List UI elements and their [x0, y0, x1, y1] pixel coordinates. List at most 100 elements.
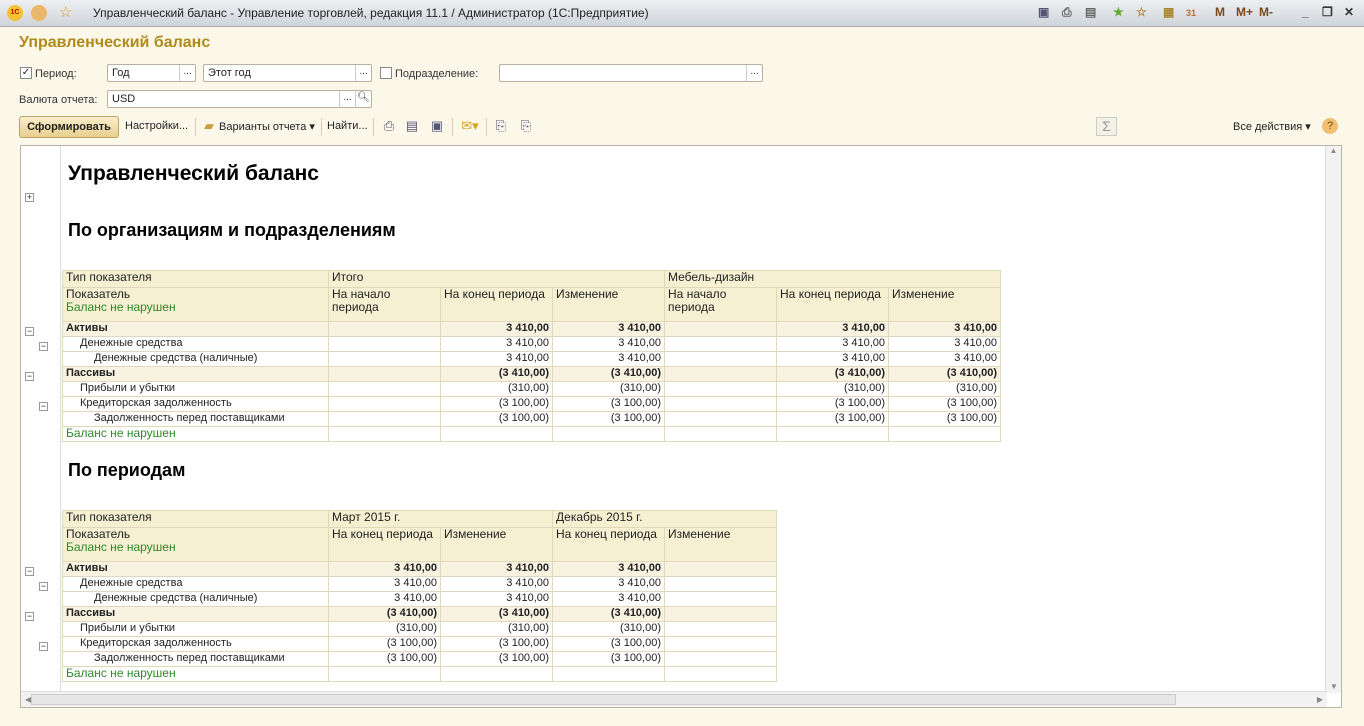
generate-button[interactable]: Сформировать — [19, 116, 119, 138]
table-row[interactable]: Денежные средства (наличные) 3 410,00 3 41… — [62, 351, 1002, 367]
move-columns-icon[interactable]: ⎘ — [493, 118, 509, 134]
expand-icon[interactable]: + — [25, 193, 34, 202]
header-row: Тип показателя Итого Мебель-дизайн — [62, 270, 1002, 288]
value-cell: (310,00) — [328, 621, 441, 637]
collapse-icon[interactable]: − — [39, 402, 48, 411]
empty-cell — [328, 666, 441, 682]
report-spreadsheet[interactable]: + Управленческий баланс По организациям … — [20, 145, 1342, 708]
column-header: На конец периода — [776, 287, 890, 322]
value-cell: (310,00) — [888, 381, 1002, 397]
calculator-icon[interactable]: ▦ — [1163, 5, 1174, 19]
save-icon[interactable]: ▣ — [429, 118, 445, 134]
column-header: Изменение — [888, 287, 1002, 322]
email-icon[interactable]: ✉▾ — [458, 118, 482, 134]
folder-icon: ▰ — [204, 118, 214, 133]
all-actions-button[interactable]: Все действия ▾ — [1233, 120, 1311, 133]
collapse-icon[interactable]: − — [39, 342, 48, 351]
print-icon[interactable]: ⎙ — [381, 118, 397, 134]
settings-button[interactable]: Настройки... — [125, 120, 188, 132]
memory-minus-button[interactable]: M- — [1259, 5, 1273, 19]
currency-field[interactable]: USD... 🔍︎ — [107, 90, 372, 108]
help-button[interactable]: ? — [1322, 118, 1338, 134]
table-row[interactable]: Активы 3 410,00 3 410,00 3 410,00 3 410,00 — [62, 321, 1002, 337]
table-row[interactable]: Кредиторская задолженность (3 100,00) (3 1… — [62, 396, 1002, 412]
collapse-icon[interactable]: − — [39, 642, 48, 651]
print-icon[interactable]: ⎙ — [1062, 5, 1072, 20]
report-variants-button[interactable]: Варианты отчета ▾ — [219, 120, 315, 133]
value-cell: (3 100,00) — [552, 636, 666, 652]
value-cell: 3 410,00 — [776, 321, 890, 337]
close-button[interactable]: ✕ — [1344, 5, 1354, 19]
restore-button[interactable]: ❐ — [1322, 5, 1333, 19]
star-icon[interactable]: ☆ — [59, 5, 75, 21]
select-button[interactable]: ... — [355, 65, 371, 81]
division-field[interactable]: ... — [499, 64, 763, 82]
find-button[interactable]: Найти... — [327, 120, 368, 132]
row-label: Пассивы — [62, 366, 329, 382]
1c-logo-icon[interactable]: 1С — [7, 5, 23, 21]
table-row[interactable]: Задолженность перед поставщиками (3 100,0… — [62, 651, 778, 667]
division-label: Подразделение: — [395, 68, 479, 80]
division-checkbox[interactable] — [380, 67, 392, 79]
form-title: Управленческий баланс — [19, 34, 211, 51]
calendar-icon[interactable]: 31 — [1186, 8, 1196, 18]
header-row: Показатель Баланс не нарушен На начало пер… — [62, 287, 1002, 322]
value-cell — [664, 336, 778, 352]
main-menu-icon[interactable] — [31, 5, 47, 21]
section-title: По периодам — [68, 460, 186, 480]
row-label: Активы — [62, 561, 329, 577]
value-cell: 3 410,00 — [888, 336, 1002, 352]
value-cell: 3 410,00 — [776, 351, 890, 367]
preview-icon[interactable]: ▤ — [404, 118, 420, 134]
row-label: Денежные средства — [62, 576, 329, 592]
collapse-icon[interactable]: − — [39, 582, 48, 591]
value-cell: 3 410,00 — [439, 576, 554, 592]
period-label: Период: — [35, 68, 77, 80]
select-button[interactable]: ... — [746, 65, 762, 81]
table-row[interactable]: Прибыли и убытки (310,00) (310,00) (310,00)… — [62, 381, 1002, 397]
value-cell: 3 410,00 — [439, 561, 554, 577]
value-cell: 3 410,00 — [888, 351, 1002, 367]
table-row[interactable]: Активы 3 410,00 3 410,00 3 410,00 — [62, 561, 778, 577]
period-value-field[interactable]: Этот год... — [203, 64, 372, 82]
table-row[interactable]: Денежные средства (наличные) 3 410,00 3 41… — [62, 591, 778, 607]
value-cell: (310,00) — [551, 381, 666, 397]
table-row[interactable]: Кредиторская задолженность (3 100,00) (3 1… — [62, 636, 778, 652]
value-cell — [664, 636, 778, 652]
move-rows-icon[interactable]: ⎘ — [518, 118, 534, 134]
table-row[interactable]: Денежные средства 3 410,00 3 410,00 3 410,0… — [62, 336, 1002, 352]
minimize-button[interactable]: _ — [1302, 5, 1309, 19]
table-row[interactable]: Прибыли и убытки (310,00) (310,00) (310,00) — [62, 621, 778, 637]
save-icon[interactable]: ▣ — [1038, 5, 1049, 19]
table-row[interactable]: Пассивы (3 410,00) (3 410,00) (3 410,00) — [62, 606, 778, 622]
vertical-scrollbar[interactable]: ▲ ▼ — [1325, 146, 1341, 693]
value-cell: (3 100,00) — [439, 636, 554, 652]
collapse-icon[interactable]: − — [25, 327, 34, 336]
select-button[interactable]: ... — [179, 65, 195, 81]
table-row[interactable]: Задолженность перед поставщиками (3 100,0… — [62, 411, 1002, 427]
search-icon[interactable]: 🔍︎ — [355, 91, 371, 107]
value-cell: 3 410,00 — [776, 336, 890, 352]
value-cell — [328, 411, 441, 427]
preview-icon[interactable]: ▤ — [1085, 5, 1096, 19]
table-row[interactable]: Пассивы (3 410,00) (3 410,00) (3 410,00) (3 … — [62, 366, 1002, 382]
column-group-header: Мебель-дизайн — [664, 270, 1002, 288]
sum-button[interactable]: Σ — [1096, 117, 1117, 136]
value-cell: 3 410,00 — [328, 576, 441, 592]
collapse-icon[interactable]: − — [25, 372, 34, 381]
select-button[interactable]: ... — [339, 91, 355, 107]
footer-row: Баланс не нарушен — [62, 426, 1002, 442]
collapse-icon[interactable]: − — [25, 612, 34, 621]
period-checkbox[interactable]: ✓ — [20, 67, 32, 79]
add-favorite-icon[interactable]: ★ — [1113, 5, 1124, 19]
horizontal-scrollbar[interactable]: ◀ ▶ — [21, 691, 1327, 707]
scroll-thumb[interactable] — [31, 694, 1176, 705]
table-row[interactable]: Денежные средства 3 410,00 3 410,00 3 410,0… — [62, 576, 778, 592]
favorites-icon[interactable]: ☆ — [1136, 5, 1147, 19]
memory-plus-button[interactable]: M+ — [1236, 5, 1253, 19]
collapse-icon[interactable]: − — [25, 567, 34, 576]
row-label: Денежные средства (наличные) — [62, 351, 329, 367]
period-kind-field[interactable]: Год... — [107, 64, 196, 82]
column-header: Изменение — [664, 527, 778, 562]
memory-button[interactable]: M — [1215, 5, 1225, 19]
